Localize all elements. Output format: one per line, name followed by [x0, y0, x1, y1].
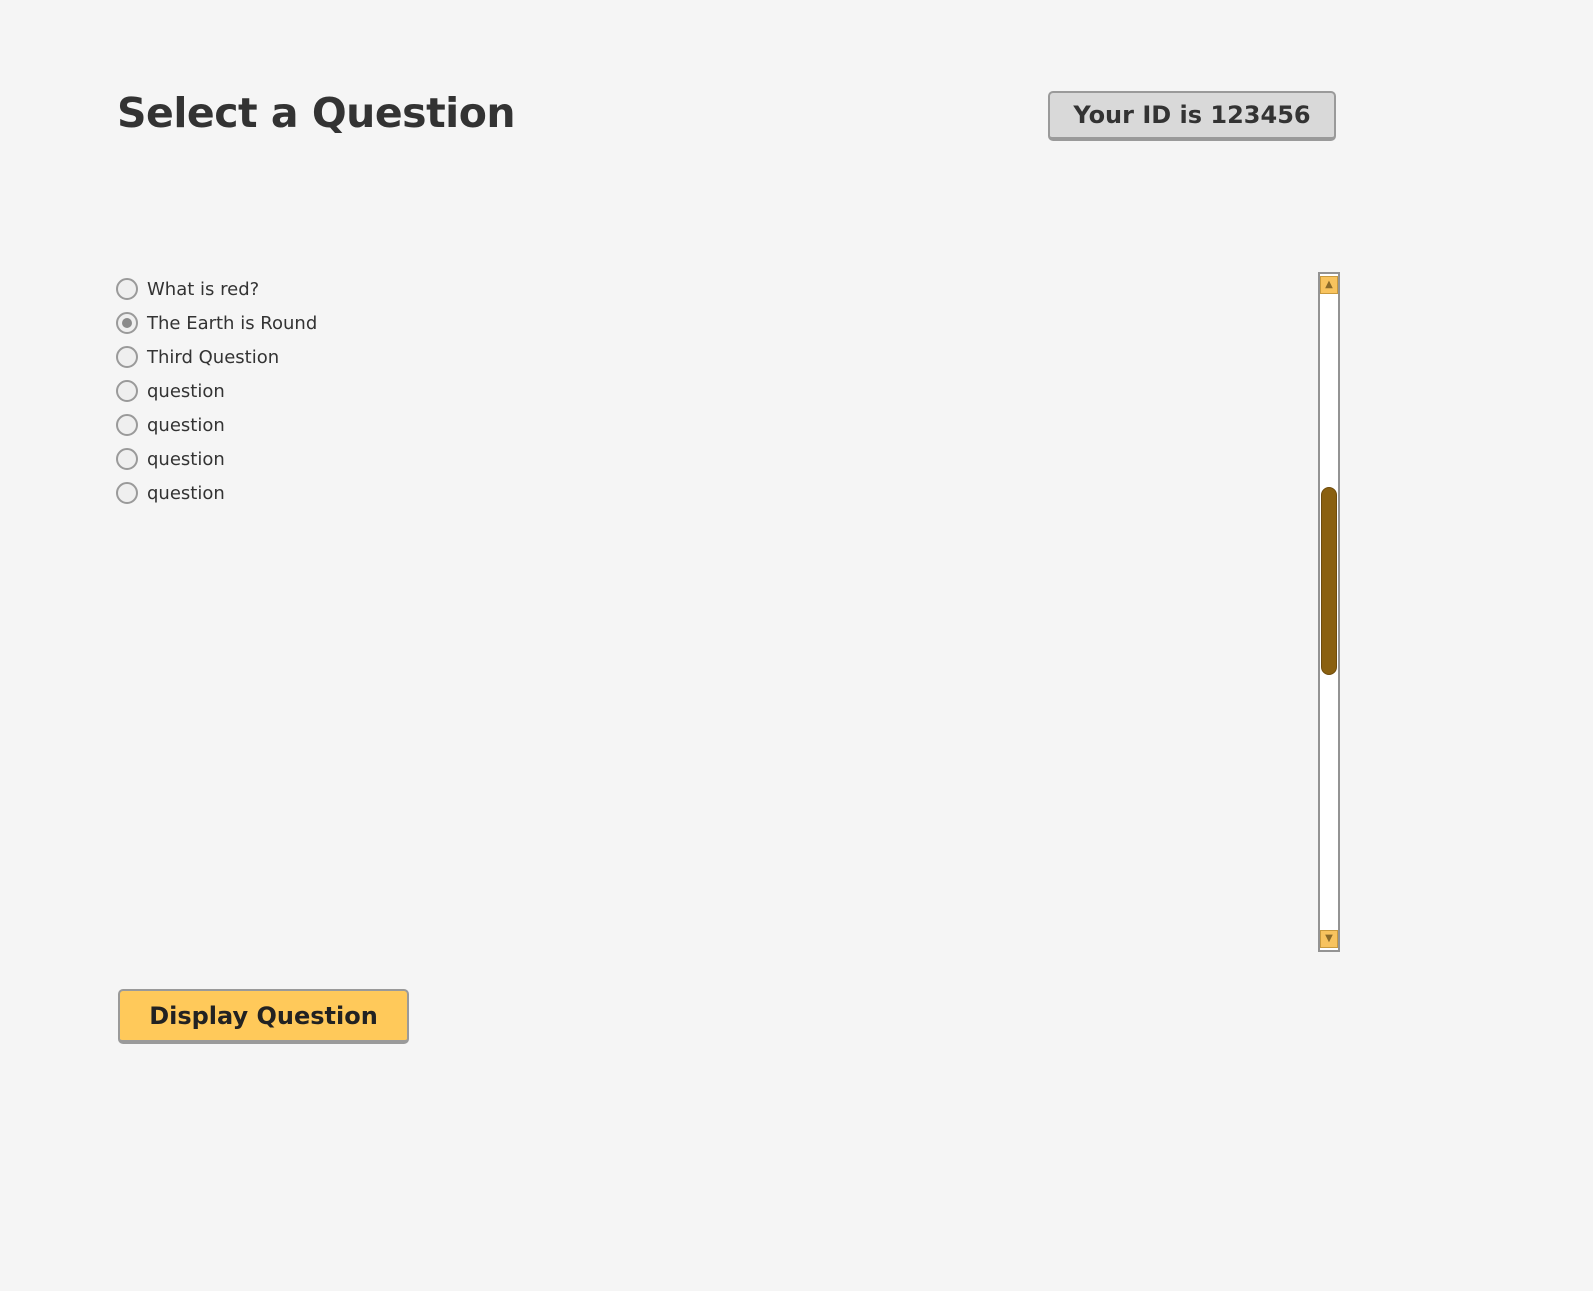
page-title: Select a Question [117, 89, 516, 137]
scroll-down-button[interactable]: ▼ [1320, 930, 1338, 948]
radio-button[interactable] [116, 380, 138, 402]
radio-button[interactable] [116, 448, 138, 470]
question-option-4[interactable]: question [116, 374, 1306, 408]
question-option-6[interactable]: question [116, 442, 1306, 476]
question-label: What is red? [147, 278, 260, 300]
user-id-badge: Your ID is 123456 [1048, 91, 1336, 141]
question-label: question [147, 482, 225, 504]
question-label: question [147, 414, 225, 436]
question-list-scrollbar[interactable]: ▲ ▼ [1318, 272, 1340, 952]
arrow-up-icon: ▲ [1325, 279, 1333, 290]
radio-button[interactable] [116, 278, 138, 300]
question-option-5[interactable]: question [116, 408, 1306, 442]
arrow-down-icon: ▼ [1325, 933, 1333, 944]
question-list: What is red? The Earth is Round Third Qu… [116, 272, 1306, 952]
radio-button[interactable] [116, 346, 138, 368]
question-label: question [147, 448, 225, 470]
scroll-up-button[interactable]: ▲ [1320, 276, 1338, 294]
radio-button[interactable] [116, 414, 138, 436]
display-question-button[interactable]: Display Question [118, 989, 409, 1044]
question-label: Third Question [147, 346, 280, 368]
question-option-7[interactable]: question [116, 476, 1306, 510]
question-label: The Earth is Round [147, 312, 318, 334]
question-option-2[interactable]: The Earth is Round [116, 306, 1306, 340]
radio-button[interactable] [116, 482, 138, 504]
scroll-thumb[interactable] [1321, 487, 1337, 675]
radio-button[interactable] [116, 312, 138, 334]
question-option-3[interactable]: Third Question [116, 340, 1306, 374]
question-option-1[interactable]: What is red? [116, 272, 1306, 306]
question-label: question [147, 380, 225, 402]
